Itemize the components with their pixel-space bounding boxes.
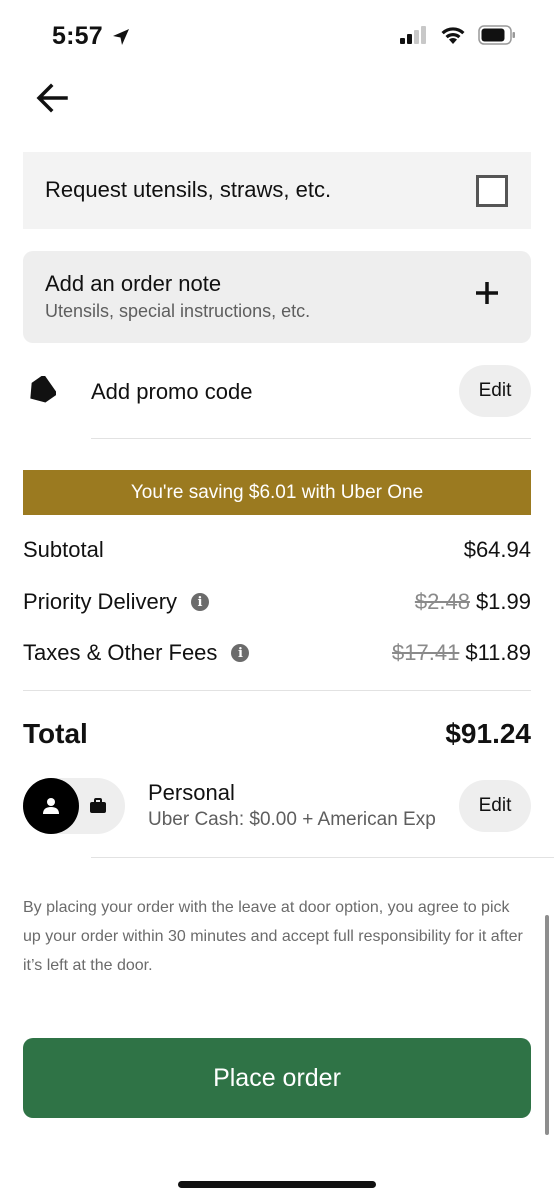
payment-method-text: Uber Cash: $0.00 + American Exp	[148, 809, 436, 830]
wifi-icon	[441, 27, 465, 44]
add-order-note-row[interactable]: Add an order note Utensils, special inst…	[23, 251, 531, 343]
utensils-checkbox[interactable]	[476, 175, 508, 207]
briefcase-icon[interactable]	[89, 798, 107, 814]
tag-icon	[30, 376, 56, 403]
plus-icon[interactable]	[473, 279, 501, 307]
uber-one-savings-banner: You're saving $6.01 with Uber One	[23, 470, 531, 515]
location-arrow-icon	[112, 28, 129, 45]
taxes-fees-original-price: $17.41	[392, 640, 460, 665]
total-label: Total	[23, 718, 88, 749]
divider	[91, 857, 554, 858]
request-utensils-label: Request utensils, straws, etc.	[45, 177, 332, 202]
taxes-fees-value-group: $17.41 $11.89	[392, 640, 531, 666]
taxes-fees-price: $11.89	[465, 640, 531, 665]
subtotal-value: $64.94	[463, 537, 531, 562]
priority-delivery-row-label: Priority Delivery i	[23, 589, 210, 615]
priority-delivery-label: Priority Delivery	[23, 589, 178, 614]
divider	[91, 438, 531, 439]
priority-delivery-value-group: $2.48 $1.99	[415, 589, 531, 615]
payment-profile-name: Personal	[148, 780, 235, 805]
status-time-text: 5:57	[52, 22, 103, 50]
info-icon[interactable]: i	[231, 644, 250, 662]
scrollbar[interactable]	[545, 915, 549, 1135]
leave-at-door-disclaimer: By placing your order with the leave at …	[23, 899, 523, 974]
total-value: $91.24	[445, 718, 531, 749]
priority-delivery-price: $1.99	[475, 589, 531, 614]
arrow-left-icon	[36, 83, 68, 113]
personal-profile-avatar[interactable]	[23, 778, 79, 834]
home-indicator	[178, 1181, 376, 1188]
order-note-title: Add an order note	[45, 271, 222, 296]
person-icon	[43, 798, 59, 814]
add-promo-code-label[interactable]: Add promo code	[91, 379, 252, 405]
subtotal-label: Subtotal	[23, 537, 104, 562]
place-order-button[interactable]: Place order	[23, 1038, 531, 1118]
profile-toggle[interactable]	[23, 778, 125, 834]
taxes-fees-label: Taxes & Other Fees	[23, 640, 218, 665]
order-note-subtitle: Utensils, special instructions, etc.	[45, 301, 311, 321]
info-icon[interactable]: i	[191, 593, 210, 611]
divider	[23, 690, 531, 691]
back-button[interactable]	[34, 80, 70, 116]
status-icons	[400, 25, 516, 45]
cellular-signal-icon	[400, 26, 426, 44]
priority-delivery-original-price: $2.48	[414, 589, 470, 614]
battery-icon	[478, 25, 515, 45]
taxes-fees-row-label: Taxes & Other Fees i	[23, 640, 250, 666]
status-time: 5:57	[52, 22, 131, 51]
payment-edit-button[interactable]: Edit	[459, 780, 531, 832]
promo-edit-button[interactable]: Edit	[459, 365, 531, 417]
request-utensils-row[interactable]: Request utensils, straws, etc.	[23, 152, 531, 229]
